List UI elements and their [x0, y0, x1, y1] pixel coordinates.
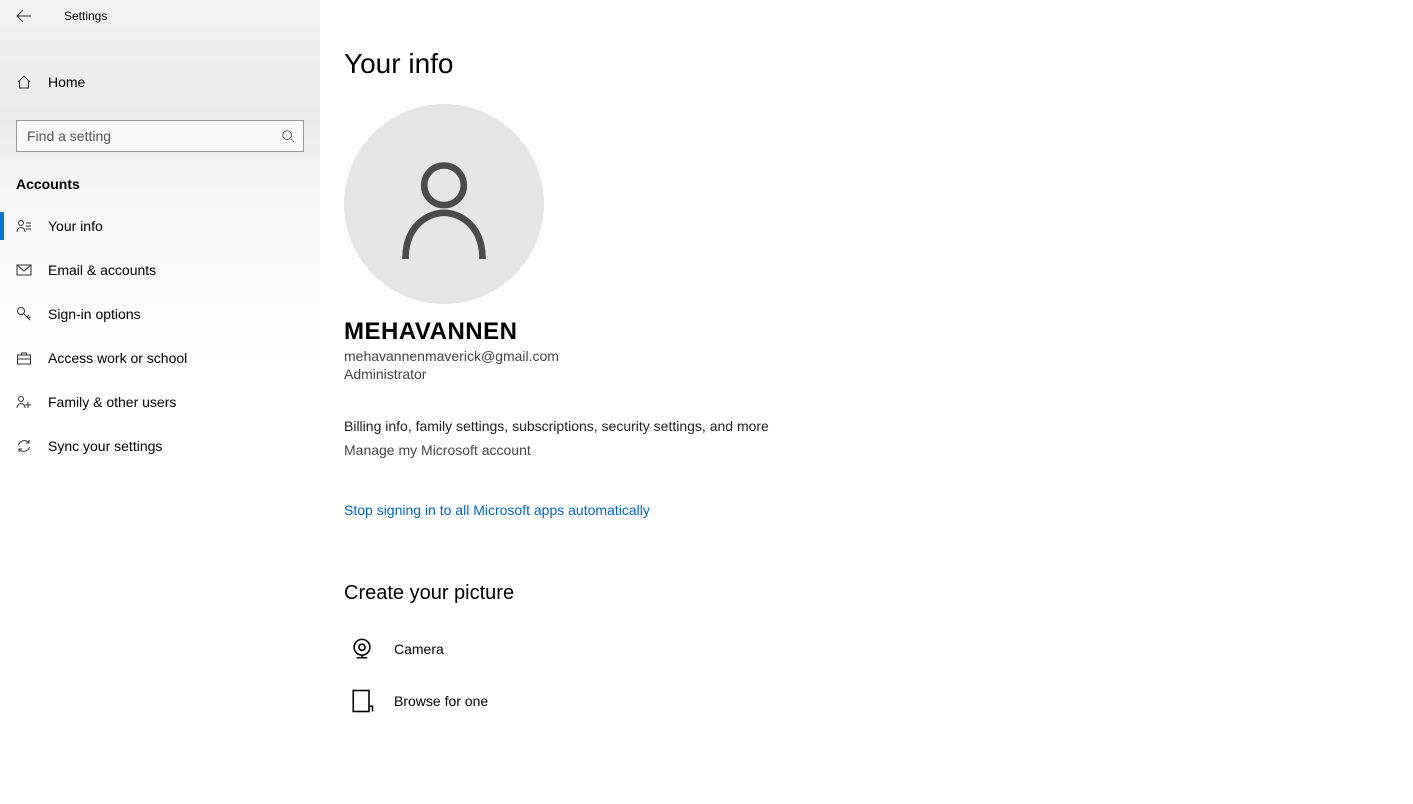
manage-account-link[interactable]: Manage my Microsoft account	[344, 442, 531, 458]
page-title: Your info	[344, 48, 1413, 80]
nav-label: Family & other users	[48, 394, 176, 410]
sync-icon	[16, 438, 32, 454]
nav-access-work-school[interactable]: Access work or school	[0, 336, 320, 380]
picture-option-label: Browse for one	[394, 693, 488, 709]
user-email: mehavannenmaverick@gmail.com	[344, 348, 1413, 364]
section-header-accounts: Accounts	[0, 152, 320, 204]
title-bar: Settings	[0, 0, 320, 32]
home-label: Home	[48, 74, 85, 90]
user-role: Administrator	[344, 366, 1413, 382]
nav-sign-in-options[interactable]: Sign-in options	[0, 292, 320, 336]
avatar	[344, 104, 544, 304]
back-arrow-icon	[16, 8, 32, 24]
person-icon	[389, 149, 499, 259]
nav-email-accounts[interactable]: Email & accounts	[0, 248, 320, 292]
nav-label: Your info	[48, 218, 103, 234]
nav-list: Your info Email & accounts Sign-in optio…	[0, 204, 320, 468]
search-icon	[281, 129, 295, 143]
home-nav[interactable]: Home	[0, 60, 320, 104]
nav-label: Access work or school	[48, 350, 187, 366]
main-content: Your info MEHAVANNEN mehavannenmaverick@…	[320, 0, 1413, 804]
search-box[interactable]	[16, 120, 304, 152]
nav-label: Sync your settings	[48, 438, 162, 454]
camera-icon	[348, 635, 376, 663]
home-icon	[16, 74, 32, 90]
browse-icon	[348, 687, 376, 715]
nav-label: Sign-in options	[48, 306, 141, 322]
nav-sync-settings[interactable]: Sync your settings	[0, 424, 320, 468]
nav-your-info[interactable]: Your info	[0, 204, 320, 248]
billing-description: Billing info, family settings, subscript…	[344, 418, 1413, 434]
family-icon	[16, 394, 32, 410]
search-input[interactable]	[17, 121, 303, 151]
user-name: MEHAVANNEN	[344, 318, 1413, 346]
key-icon	[16, 306, 32, 322]
nav-family-other-users[interactable]: Family & other users	[0, 380, 320, 424]
nav-label: Email & accounts	[48, 262, 156, 278]
create-picture-heading: Create your picture	[344, 582, 1413, 605]
picture-option-label: Camera	[394, 641, 444, 657]
sidebar: Settings Home Accounts	[0, 0, 320, 804]
email-icon	[16, 262, 32, 278]
back-button[interactable]	[12, 4, 36, 28]
search-container	[16, 120, 304, 152]
briefcase-icon	[16, 350, 32, 366]
stop-signing-in-link[interactable]: Stop signing in to all Microsoft apps au…	[344, 502, 650, 518]
picture-option-browse[interactable]: Browse for one	[344, 675, 1413, 727]
picture-option-camera[interactable]: Camera	[344, 623, 1413, 675]
app-title: Settings	[64, 9, 107, 23]
your-info-icon	[16, 218, 32, 234]
